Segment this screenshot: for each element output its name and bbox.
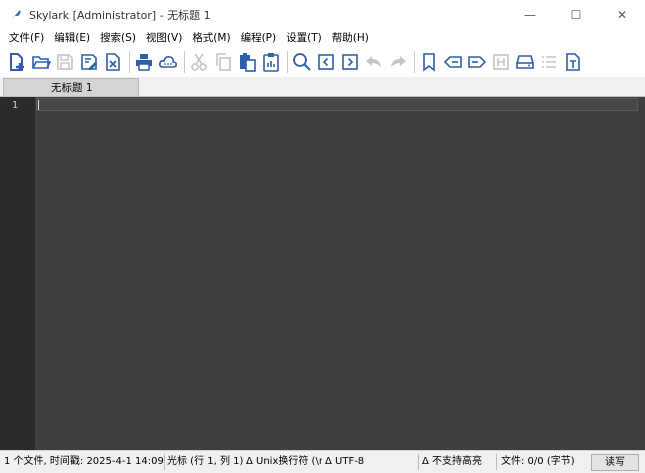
feather-icon: [8, 7, 24, 23]
undo-icon: [366, 56, 381, 67]
status-highlight[interactable]: Δ 不支持高亮: [422, 451, 494, 473]
open-folder-icon: [32, 56, 51, 69]
open-file-button[interactable]: [30, 50, 52, 74]
bookmark-icon: [423, 53, 435, 72]
line-number: 1: [11, 100, 18, 111]
read-write-toggle[interactable]: 读写: [591, 454, 639, 471]
back-icon: [443, 56, 462, 68]
menu-help[interactable]: 帮助(H): [327, 30, 374, 47]
status-bar: 1 个文件, 时间戳: 2025-4-1 14:09 光标 (行 1, 列 1)…: [0, 450, 645, 473]
new-file-icon: [10, 53, 24, 71]
paste-button[interactable]: [236, 50, 258, 74]
copy-icon: [216, 53, 231, 71]
list-icon: [542, 56, 556, 68]
toolbar-separator: [184, 51, 185, 73]
copy-button[interactable]: [212, 50, 234, 74]
text-file-button[interactable]: [562, 50, 584, 74]
editor-area[interactable]: 1: [0, 97, 645, 450]
redo-icon: [391, 56, 406, 67]
line-number-gutter: 1: [0, 97, 35, 450]
tab-untitled-1[interactable]: 无标题 1: [3, 78, 139, 96]
toolbar-separator: [129, 51, 130, 73]
menu-edit[interactable]: 编辑(E): [49, 30, 95, 47]
status-encoding[interactable]: Δ UTF-8: [325, 451, 405, 473]
undo-button[interactable]: [363, 50, 385, 74]
clipboard-button[interactable]: [260, 50, 282, 74]
cloud-button[interactable]: [157, 50, 179, 74]
forward-icon: [468, 56, 487, 68]
status-divider: [496, 454, 497, 470]
list-button[interactable]: [538, 50, 560, 74]
maximize-button[interactable]: ☐: [553, 0, 599, 30]
current-line-highlight: [36, 98, 638, 111]
bookmark-button[interactable]: [418, 50, 440, 74]
menu-settings[interactable]: 设置(T): [281, 30, 327, 47]
menu-file[interactable]: 文件(F): [4, 30, 49, 47]
find-next-button[interactable]: [339, 50, 361, 74]
window-title: Skylark [Administrator] - 无标题 1: [29, 9, 211, 22]
window-controls: — ☐ ✕: [507, 0, 645, 30]
status-file-size: 文件: 0/0 (字节): [501, 456, 575, 467]
title-bar: Skylark [Administrator] - 无标题 1 — ☐ ✕: [0, 0, 645, 30]
menu-bar: 文件(F) 编辑(E) 搜索(S) 视图(V) 格式(M) 编程(P) 设置(T…: [0, 30, 645, 47]
redo-button[interactable]: [387, 50, 409, 74]
search-button[interactable]: [291, 50, 313, 74]
status-file-info: 1 个文件, 时间戳: 2025-4-1 14:09: [4, 456, 164, 467]
clipboard-icon: [263, 53, 279, 72]
menu-format[interactable]: 格式(M): [187, 30, 235, 47]
save-as-button[interactable]: [78, 50, 100, 74]
back-button[interactable]: [442, 50, 464, 74]
toolbar-separator: [287, 51, 288, 73]
status-eol[interactable]: Δ Unix换行符 (\n): [246, 451, 322, 473]
drive-icon: [516, 55, 534, 69]
close-file-icon: [106, 53, 120, 71]
menu-search[interactable]: 搜索(S): [95, 30, 141, 47]
tab-bar: 无标题 1: [0, 77, 645, 97]
cloud-icon: [159, 56, 177, 68]
search-icon: [293, 53, 311, 71]
prev-icon: [318, 54, 334, 70]
close-file-button[interactable]: [102, 50, 124, 74]
menu-programming[interactable]: 编程(P): [236, 30, 282, 47]
print-button[interactable]: [133, 50, 155, 74]
toolbar-separator: [414, 51, 415, 73]
minimize-button[interactable]: —: [507, 0, 553, 30]
save-icon: [57, 54, 73, 70]
next-icon: [342, 54, 358, 70]
text-icon: [566, 53, 580, 71]
toolbar: [0, 47, 645, 77]
text-caret: [38, 100, 39, 110]
hex-view-button[interactable]: [490, 50, 512, 74]
status-divider: [164, 454, 165, 470]
cut-icon: [191, 53, 207, 71]
cut-button[interactable]: [188, 50, 210, 74]
find-prev-button[interactable]: [315, 50, 337, 74]
status-divider: [418, 454, 419, 470]
close-button[interactable]: ✕: [599, 0, 645, 30]
forward-button[interactable]: [466, 50, 488, 74]
drive-button[interactable]: [514, 50, 536, 74]
hex-icon: [493, 54, 509, 70]
print-icon: [136, 54, 152, 71]
new-file-button[interactable]: [6, 50, 28, 74]
menu-view[interactable]: 视图(V): [141, 30, 187, 47]
paste-icon: [240, 53, 256, 72]
save-button[interactable]: [54, 50, 76, 74]
app-window: Skylark [Administrator] - 无标题 1 — ☐ ✕ 文件…: [0, 0, 645, 473]
status-cursor: 光标 (行 1, 列 1): [167, 456, 243, 467]
save-as-icon: [81, 54, 97, 70]
